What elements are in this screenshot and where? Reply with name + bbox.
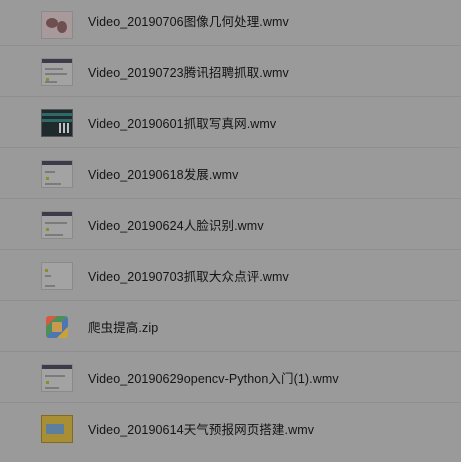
video-thumbnail-icon <box>41 262 73 290</box>
video-thumbnail-icon <box>41 211 73 239</box>
video-thumbnail-icon <box>41 160 73 188</box>
file-row[interactable]: Video_20190614天气预报网页搭建.wmv <box>0 403 461 454</box>
file-name: Video_20190601抓取写真网.wmv <box>88 116 277 131</box>
file-name: Video_20190723腾讯招聘抓取.wmv <box>88 65 289 80</box>
file-name: Video_20190624人脸识别.wmv <box>88 218 264 233</box>
file-name: Video_20190703抓取大众点评.wmv <box>88 269 289 284</box>
file-row[interactable]: 爬虫提高.zip <box>0 301 461 352</box>
file-name: Video_20190614天气预报网页搭建.wmv <box>88 423 315 437</box>
file-row[interactable]: Video_20190723腾讯招聘抓取.wmv <box>0 46 461 97</box>
file-row[interactable]: Video_20190618发展.wmv <box>0 148 461 199</box>
file-row[interactable]: Video_20190624人脸识别.wmv <box>0 199 461 250</box>
video-thumbnail-icon <box>41 364 73 392</box>
video-thumbnail-icon <box>41 11 73 39</box>
file-row[interactable]: Video_20190706图像几何处理.wmv <box>0 0 461 46</box>
video-thumbnail-icon <box>41 58 73 86</box>
video-thumbnail-icon <box>41 415 73 443</box>
file-name: Video_20190618发展.wmv <box>88 167 239 182</box>
file-name: Video_20190629opencv-Python入门(1).wmv <box>88 371 339 386</box>
file-row[interactable]: Video_20190703抓取大众点评.wmv <box>0 250 461 301</box>
file-list: Video_20190706图像几何处理.wmv Video_20190723腾… <box>0 0 461 462</box>
zip-archive-icon <box>46 316 68 338</box>
file-name: Video_20190706图像几何处理.wmv <box>88 14 289 29</box>
video-thumbnail-icon <box>41 109 73 137</box>
file-row[interactable]: Video_20190629opencv-Python入门(1).wmv <box>0 352 461 403</box>
file-row[interactable]: Video_20190601抓取写真网.wmv <box>0 97 461 148</box>
file-name: 爬虫提高.zip <box>88 320 159 335</box>
